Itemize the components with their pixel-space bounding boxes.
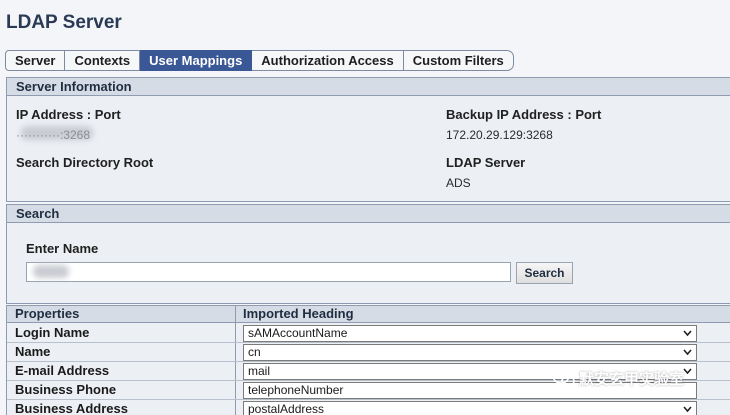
ip-port-label: IP Address : Port bbox=[16, 107, 121, 122]
search-directory-root-label: Search Directory Root bbox=[16, 155, 154, 170]
enter-name-input[interactable] bbox=[26, 262, 511, 282]
tab-bar: Server Contexts User Mappings Authorizat… bbox=[5, 50, 514, 71]
search-panel: Search Enter Name Search bbox=[6, 204, 730, 304]
email-address-value: mail bbox=[248, 364, 271, 378]
login-name-select[interactable]: sAMAccountName bbox=[243, 325, 697, 342]
row-label-login-name: Login Name bbox=[15, 325, 90, 340]
row-label-name: Name bbox=[15, 344, 51, 359]
chevron-down-icon bbox=[683, 406, 692, 413]
chevron-down-icon bbox=[683, 349, 692, 356]
login-name-value: sAMAccountName bbox=[248, 326, 348, 340]
watermark-text: 默安玄甲实验室 bbox=[579, 371, 685, 388]
chevron-down-icon bbox=[683, 330, 692, 337]
watermark: 默安玄甲实验室 bbox=[553, 368, 684, 389]
user-mappings-table: Properties Imported Heading Login Name s… bbox=[6, 305, 730, 415]
business-address-select[interactable]: postalAddress bbox=[243, 401, 697, 415]
page-title: LDAP Server bbox=[6, 12, 122, 33]
table-row: Name cn bbox=[7, 343, 730, 362]
server-information-heading: Server Information bbox=[7, 78, 730, 96]
table-row: Login Name sAMAccountName bbox=[7, 324, 730, 343]
row-label-business-address: Business Address bbox=[15, 401, 128, 415]
ldap-server-page: LDAP Server Server Contexts User Mapping… bbox=[0, 0, 730, 415]
row-label-business-phone: Business Phone bbox=[15, 382, 117, 397]
ldap-server-label: LDAP Server bbox=[446, 155, 526, 170]
tab-server[interactable]: Server bbox=[5, 50, 66, 71]
backup-ip-port-value: 172.20.29.129:3268 bbox=[446, 128, 553, 142]
ldap-server-value: ADS bbox=[446, 176, 471, 190]
tab-user-mappings[interactable]: User Mappings bbox=[140, 50, 253, 71]
table-header: Properties Imported Heading bbox=[7, 306, 730, 323]
tab-custom-filters[interactable]: Custom Filters bbox=[403, 50, 514, 71]
wechat-icon bbox=[553, 369, 575, 387]
col-properties: Properties bbox=[15, 306, 80, 321]
ip-port-value: ···········:3268 bbox=[16, 128, 90, 142]
business-address-value: postalAddress bbox=[248, 402, 325, 415]
search-heading: Search bbox=[7, 205, 730, 223]
col-imported-heading: Imported Heading bbox=[243, 306, 354, 321]
table-row: Business Address postalAddress bbox=[7, 400, 730, 415]
search-button[interactable]: Search bbox=[516, 262, 573, 284]
tab-contexts[interactable]: Contexts bbox=[65, 50, 141, 71]
row-label-email-address: E-mail Address bbox=[15, 363, 110, 378]
server-information-panel: Server Information IP Address : Port ···… bbox=[6, 77, 730, 202]
redacted-name-blur bbox=[33, 265, 69, 278]
name-select[interactable]: cn bbox=[243, 344, 697, 361]
chevron-down-icon bbox=[683, 368, 692, 375]
backup-ip-port-label: Backup IP Address : Port bbox=[446, 107, 602, 122]
enter-name-label: Enter Name bbox=[26, 241, 99, 256]
tab-authorization-access[interactable]: Authorization Access bbox=[252, 50, 404, 71]
name-value: cn bbox=[248, 345, 261, 359]
business-phone-value: telephoneNumber bbox=[248, 383, 344, 397]
